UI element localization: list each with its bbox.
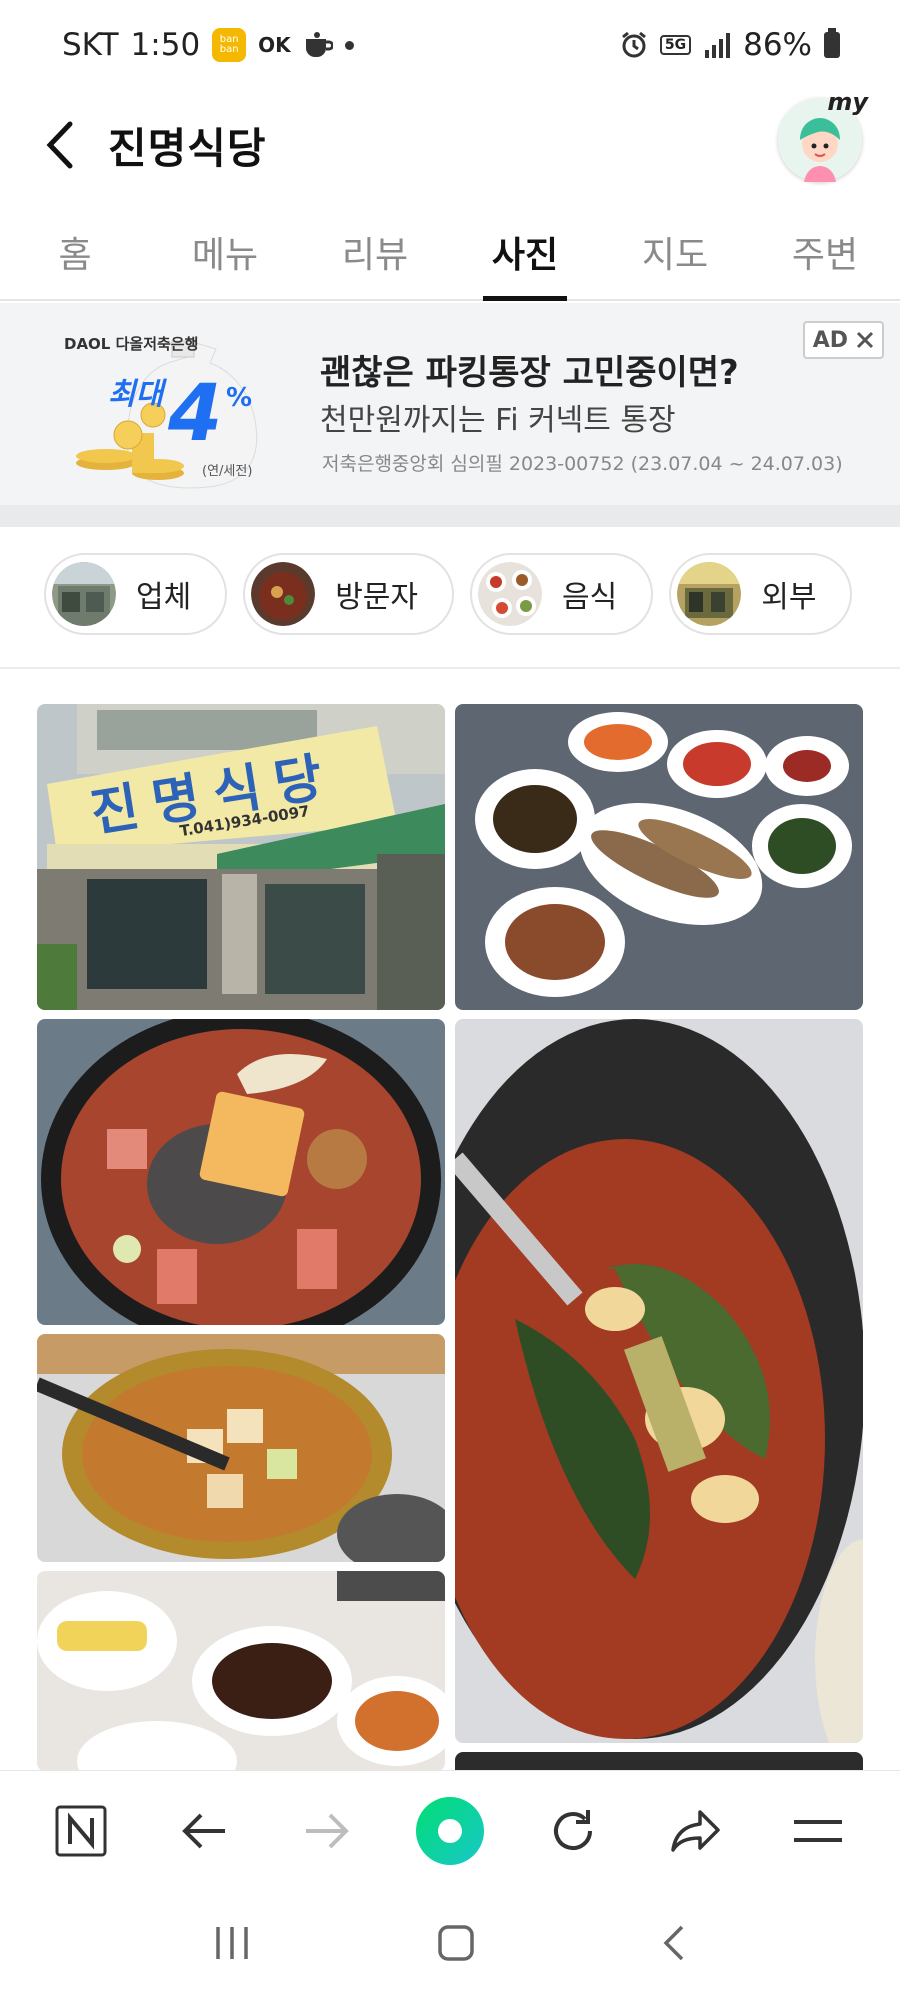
ad-promo-pct: % [226,383,253,413]
home-button[interactable] [436,1923,476,1967]
my-profile-button[interactable]: my [778,88,868,182]
my-label: my [827,88,868,116]
status-bar: SKT 1:50 ban ban OK 5G 86% [0,0,900,90]
chip-label: 업체 [136,580,192,615]
signal-icon [705,33,731,58]
tab-nearby[interactable]: 주변 [750,205,900,299]
network-5g-icon: 5G [659,35,692,55]
browser-toolbar [0,1770,900,1890]
menu-button[interactable] [778,1791,858,1871]
ad-promo-note: (연/세전) [202,464,253,479]
share-arrow-icon [670,1809,720,1852]
ad-brand: DAOL 다올저축은행 [64,335,199,353]
green-dot-icon [415,1796,484,1865]
photo-banchan[interactable] [455,704,863,1010]
notification-dot [344,40,354,50]
system-back-button[interactable] [660,1923,688,1967]
back-nav-button[interactable] [164,1791,244,1871]
ad-title: 괜찮은 파킹통장 고민중이면? [320,353,739,393]
ad-fineprint: 저축은행중앙회 심의필 2023-00752 (23.07.04 ~ 24.07… [322,453,843,475]
chip-label: 방문자 [335,580,419,615]
cup-icon [305,32,333,57]
tab-photo[interactable]: 사진 [450,205,600,299]
ad-promo-top: 최대 [108,377,164,412]
chip-label: 음식 [562,580,618,615]
recents-icon [216,1927,248,1959]
chip-business[interactable]: 업체 [44,553,228,635]
chevron-left-icon [663,1925,684,1961]
back-button[interactable] [36,115,82,175]
battery-percent: 86% [743,27,812,63]
system-nav-bar [0,1890,900,2000]
ad-subtitle: 천만원까지는 Fi 커넥트 통장 [320,403,676,438]
arrow-left-icon [182,1813,226,1848]
ok-app-icon: OK [258,33,291,57]
photo-filter-chips: 업체 방문자 음식 외부 [44,553,853,635]
page-header: 진명식당 my [0,88,900,200]
photo-side-dishes-2[interactable] [37,1571,445,1771]
ad-banner[interactable]: DAOL 다올저축은행 최대 4 % (연/세전) 괜찮은 파킹통장 고민중이면… [0,303,900,505]
refresh-button[interactable] [533,1791,613,1871]
chip-food-thumbnail [478,562,543,626]
close-icon[interactable] [856,331,874,349]
tab-menu[interactable]: 메뉴 [150,205,300,299]
doenjang-jjigae-image [37,1334,445,1562]
haejangguk-image [455,1019,863,1743]
alarm-icon [621,31,646,58]
naver-n-icon [55,1805,107,1856]
share-button[interactable] [656,1791,736,1871]
banban-app-icon: ban ban [212,28,247,62]
photo-doenjang-jjigae[interactable] [37,1334,445,1562]
clock: 1:50 [130,27,201,63]
chip-exterior-thumbnail [677,562,742,626]
budae-jjigae-image [37,1019,445,1325]
chips-divider [0,667,900,669]
banchan-image [455,704,863,1010]
tab-map[interactable]: 지도 [600,205,750,299]
photo-storefront[interactable]: 진명식당 T.041)934-0097 [37,704,445,1010]
naver-home-button[interactable] [41,1791,121,1871]
tab-review[interactable]: 리뷰 [300,205,450,299]
chip-exterior[interactable]: 외부 [669,553,853,635]
chip-visitor[interactable]: 방문자 [243,553,455,635]
side-dishes-image-2 [37,1571,445,1771]
battery-icon [824,28,840,58]
tab-home[interactable]: 홈 [0,205,150,299]
photo-budae-jjigae[interactable] [37,1019,445,1325]
ad-promo-rate: 4 [168,369,223,459]
chip-business-thumbnail [52,562,116,626]
chevron-left-icon [46,121,73,169]
page-title: 진명식당 [108,123,267,173]
section-divider [0,505,900,527]
chip-visitor-thumbnail [251,562,316,626]
tab-bar: 홈 메뉴 리뷰 사진 지도 주변 [0,205,900,301]
hamburger-menu-icon [794,1819,843,1842]
chip-label: 외부 [761,580,817,615]
home-square-icon [438,1925,474,1961]
chip-food[interactable]: 음식 [470,553,654,635]
ad-label: AD [812,327,848,353]
green-dot-button[interactable] [410,1791,490,1871]
forward-nav-button[interactable] [287,1791,367,1871]
recents-button[interactable] [212,1925,252,1965]
ad-badge: AD [802,321,884,359]
refresh-icon [553,1809,592,1850]
carrier-label: SKT [62,27,119,63]
arrow-right-icon [306,1813,349,1848]
photo-haejangguk[interactable] [455,1019,863,1743]
